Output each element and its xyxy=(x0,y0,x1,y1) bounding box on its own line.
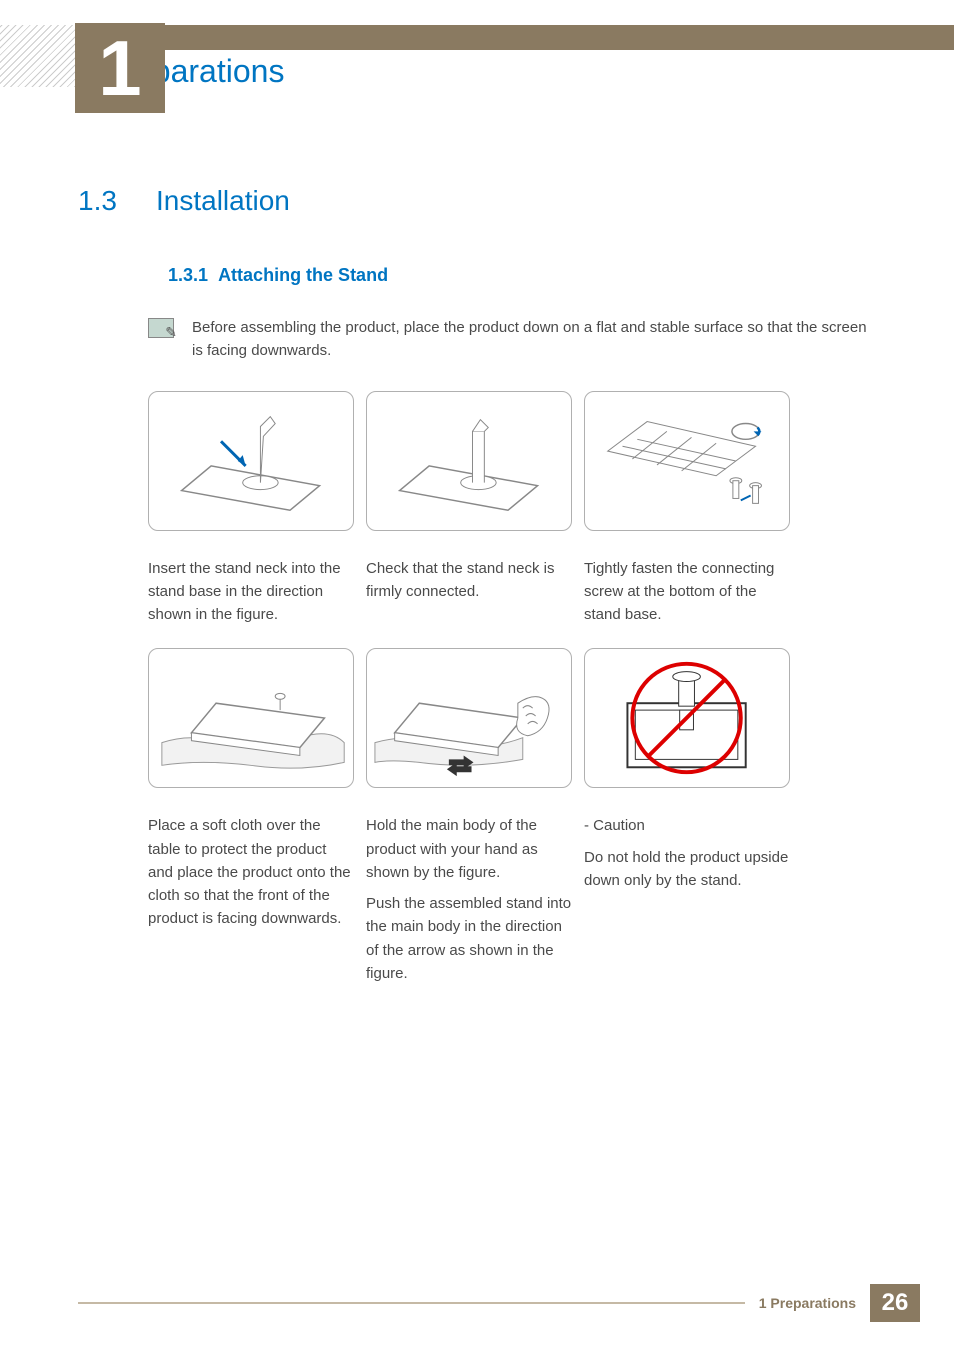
footer-label: 1 Preparations xyxy=(745,1295,870,1311)
chapter-header: 1 Preparations xyxy=(0,25,954,87)
subsection-number: 1.3.1 xyxy=(168,265,208,285)
figure-soft-cloth xyxy=(148,648,354,788)
step-cell: Insert the stand neck into the stand bas… xyxy=(148,391,354,627)
step-cell: - Caution Do not hold the product upside… xyxy=(584,648,790,993)
step-caption: - Caution Do not hold the product upside… xyxy=(584,814,790,892)
hatch-decoration xyxy=(0,25,75,87)
figure-insert-neck xyxy=(148,391,354,531)
step-cell: Place a soft cloth over the table to pro… xyxy=(148,648,354,993)
page-content: 1.3Installation 1.3.1 Attaching the Stan… xyxy=(78,185,876,993)
note-row: Before assembling the product, place the… xyxy=(148,316,876,363)
step-caption: Check that the stand neck is firmly conn… xyxy=(366,557,572,604)
section-title: Installation xyxy=(156,185,290,216)
footer-page-number: 26 xyxy=(870,1284,920,1322)
step-cell: Check that the stand neck is firmly conn… xyxy=(366,391,572,627)
step-caption: Tightly fasten the connecting screw at t… xyxy=(584,557,790,627)
step-caption: Place a soft cloth over the table to pro… xyxy=(148,814,354,930)
step-cell: Hold the main body of the product with y… xyxy=(366,648,572,993)
figure-caution xyxy=(584,648,790,788)
steps-grid: Insert the stand neck into the stand bas… xyxy=(148,391,876,994)
subsection-title: Attaching the Stand xyxy=(218,265,388,285)
step-cell: Tightly fasten the connecting screw at t… xyxy=(584,391,790,627)
figure-check-neck xyxy=(366,391,572,531)
note-icon xyxy=(148,318,174,338)
chapter-number: 1 xyxy=(75,23,165,113)
section-number: 1.3 xyxy=(78,185,156,217)
footer-rule xyxy=(78,1302,745,1304)
page-footer: 1 Preparations 26 xyxy=(78,1284,954,1322)
step-caption: Hold the main body of the product with y… xyxy=(366,814,572,985)
note-text: Before assembling the product, place the… xyxy=(192,316,876,363)
section-heading: 1.3Installation xyxy=(78,185,876,217)
figure-hold-body xyxy=(366,648,572,788)
figure-fasten-screw xyxy=(584,391,790,531)
step-caption: Insert the stand neck into the stand bas… xyxy=(148,557,354,627)
subsection-heading: 1.3.1 Attaching the Stand xyxy=(168,265,876,286)
